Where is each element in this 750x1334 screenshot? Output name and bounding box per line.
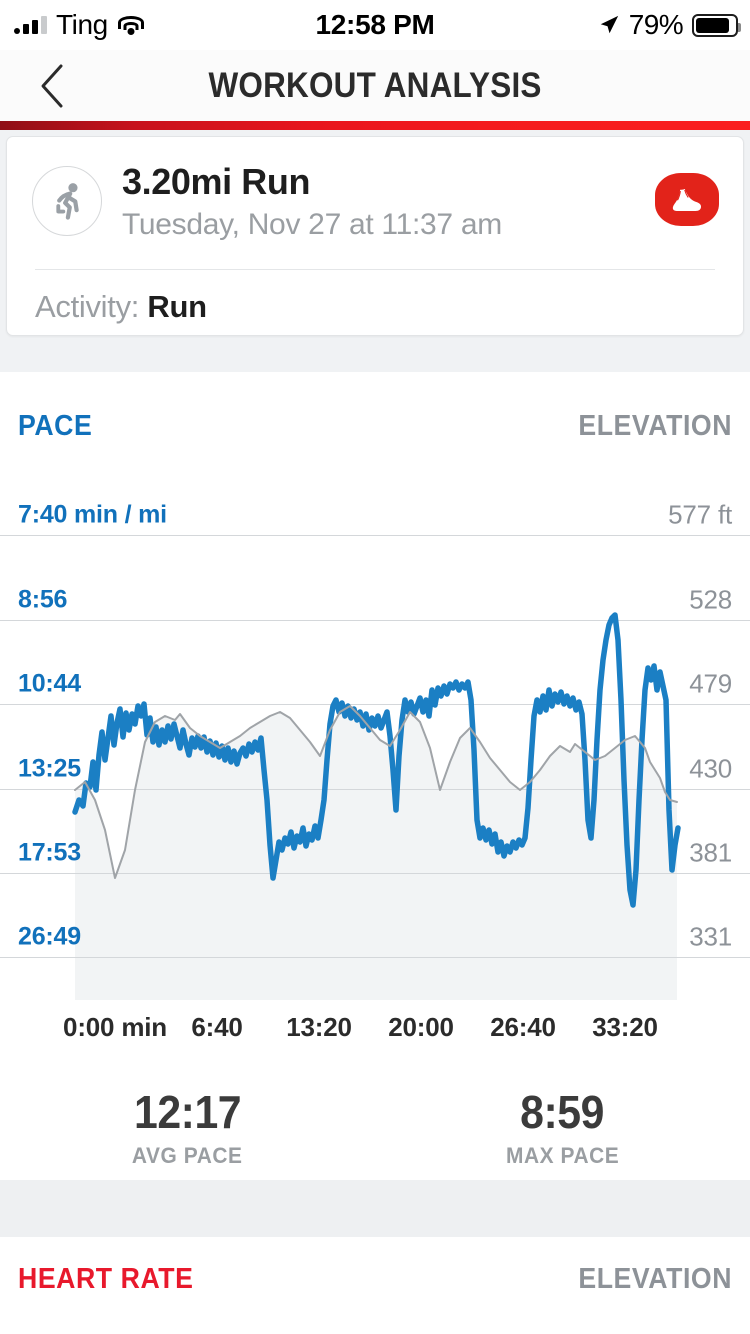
pace-panel: PACE ELEVATION	[0, 372, 750, 1180]
back-button[interactable]	[22, 50, 82, 121]
activity-value: Run	[147, 289, 206, 324]
elevation-heading[interactable]: ELEVATION	[578, 410, 732, 443]
pace-heading[interactable]: PACE	[18, 410, 92, 443]
activity-label: Activity:	[35, 289, 139, 324]
section-gap	[0, 1180, 750, 1237]
status-bar: Ting 12:58 PM 79%	[0, 0, 750, 50]
workout-title: 3.20mi Run	[122, 161, 502, 203]
page-title: WORKOUT ANALYSIS	[208, 66, 541, 106]
workout-card-titles: 3.20mi Run Tuesday, Nov 27 at 11:37 am	[122, 161, 502, 242]
heart-rate-heading[interactable]: HEART RATE	[18, 1263, 193, 1296]
stat-value: 8:59	[521, 1085, 605, 1139]
activity-row: Activity: Run	[35, 289, 207, 325]
heart-rate-panel: HEART RATE ELEVATION	[0, 1237, 750, 1334]
pace-stats-row: 12:17 AVG PACE 8:59 MAX PACE	[0, 1085, 750, 1175]
battery-percent-label: 79%	[629, 9, 683, 41]
workout-summary-card[interactable]: 3.20mi Run Tuesday, Nov 27 at 11:37 am A…	[6, 136, 744, 336]
chart-x-tick: 33:20	[592, 1012, 658, 1043]
running-shoe-icon	[670, 186, 704, 214]
stat-label: AVG PACE	[132, 1143, 243, 1169]
battery-icon	[692, 14, 738, 37]
stat-block: 8:59 MAX PACE	[375, 1085, 750, 1175]
workout-datetime: Tuesday, Nov 27 at 11:37 am	[122, 208, 502, 242]
chart-x-tick: 6:40	[191, 1012, 242, 1043]
shoe-badge[interactable]	[655, 173, 719, 226]
pace-panel-headings: PACE ELEVATION	[0, 372, 750, 432]
running-person-icon	[45, 179, 89, 223]
accent-bar	[0, 121, 750, 130]
card-divider	[35, 269, 715, 270]
status-bar-right: 79%	[598, 0, 738, 50]
avatar	[32, 166, 102, 236]
stat-label: MAX PACE	[506, 1143, 619, 1169]
heart-rate-elevation-heading[interactable]: ELEVATION	[578, 1263, 732, 1296]
nav-bar: WORKOUT ANALYSIS	[0, 50, 750, 121]
stat-value: 12:17	[134, 1085, 241, 1139]
chart-x-tick: 0:00 min	[63, 1012, 167, 1043]
app-screen: Ting 12:58 PM 79% WORKOUT ANALYSIS	[0, 0, 750, 1334]
chevron-left-icon	[39, 63, 65, 109]
chart-x-axis: 0:00 min 6:40 13:20 20:00 26:40 33:20	[0, 1012, 750, 1052]
stat-block: 12:17 AVG PACE	[0, 1085, 375, 1175]
chart-x-tick: 13:20	[286, 1012, 352, 1043]
chart-x-tick: 20:00	[388, 1012, 454, 1043]
location-arrow-icon	[598, 14, 620, 36]
chart-x-tick: 26:40	[490, 1012, 556, 1043]
workout-card-header: 3.20mi Run Tuesday, Nov 27 at 11:37 am	[7, 137, 743, 265]
